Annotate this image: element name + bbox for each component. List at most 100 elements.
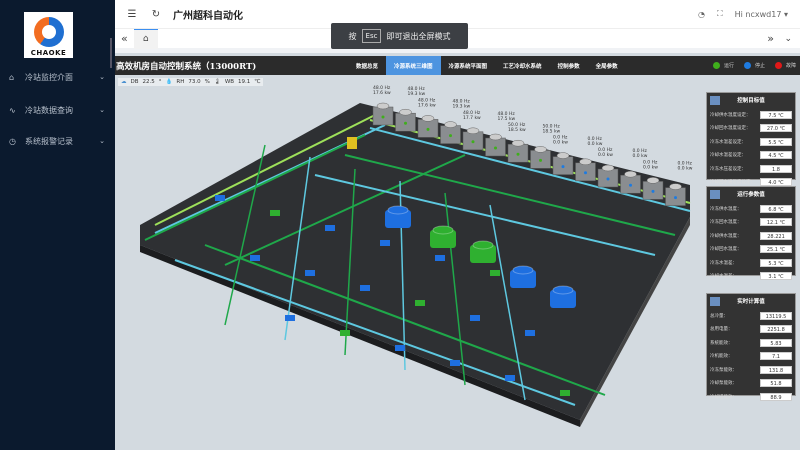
pump[interactable] (380, 240, 390, 246)
param-label: 冷冻供水温度： (710, 206, 760, 212)
nav-control-params[interactable]: 控制参数 (550, 56, 588, 75)
chevron-down-icon: ⌄ (99, 73, 105, 81)
pump[interactable] (285, 315, 295, 321)
refresh-icon[interactable]: ↻ (149, 9, 163, 20)
tab-home[interactable]: ⌂ (134, 29, 158, 49)
clock-icon: ◷ (9, 137, 19, 146)
param-value: 4.5 ℃ (760, 151, 792, 159)
param-row: 冷却泵能效：51.8 (710, 378, 792, 390)
sidebar-scrollbar[interactable] (110, 38, 112, 68)
pump[interactable] (395, 345, 405, 351)
user-name: Hi ncxwd17 (735, 10, 782, 19)
pump[interactable] (525, 330, 535, 336)
panel-icon (710, 190, 720, 199)
status-legend: 运行 停止 故障 (713, 56, 796, 75)
chiller[interactable] (510, 266, 536, 288)
pump[interactable] (215, 195, 225, 201)
param-row: 冷冻水温差：5.3 ℃ (710, 257, 792, 269)
param-value: 27.0 ℃ (760, 124, 792, 132)
pump[interactable] (560, 390, 570, 396)
param-label: 总用电量： (710, 326, 760, 332)
nav-overview[interactable]: 数据总览 (348, 56, 386, 75)
chaoke-logo: CHAOKE (24, 12, 73, 58)
param-value: 6.8 ℃ (760, 205, 792, 213)
pump[interactable] (415, 300, 425, 306)
pump[interactable] (360, 285, 370, 291)
param-row: 冷机能效：7.1 (710, 351, 792, 363)
param-row: 冷却水温差：3.1 ℃ (710, 271, 792, 283)
tower-power: 18.5 kw (543, 128, 561, 134)
chiller[interactable] (470, 241, 496, 263)
tabs-dropdown-icon[interactable]: ⌄ (784, 34, 792, 44)
param-row: 冷冻回水温度：12.1 ℃ (710, 217, 792, 229)
nav-global-params[interactable]: 全局参数 (588, 56, 626, 75)
sidebar-item-alarms[interactable]: ◷ 系统报警记录 ⌄ (0, 131, 115, 151)
home-icon: ⌂ (143, 34, 149, 44)
panel-realtime-calc: 实时计算值总冷量：13119.5 kw/h总用电量：2251.8 kw/h系统能… (706, 293, 796, 396)
logo-mark-icon (34, 17, 64, 47)
pump[interactable] (450, 360, 460, 366)
pump[interactable] (250, 255, 260, 261)
sidebar: CHAOKE ⌂冷站监控介面⌄ ∿冷站数据查询⌄ ◷系统报警记录⌄ (0, 0, 115, 450)
param-value: 5.3 ℃ (760, 259, 792, 267)
tower-power: 17.7 kw (463, 115, 481, 121)
cooling-tower[interactable]: 48.0 Hz17.6 kw (418, 97, 438, 137)
param-label: 冷冻水温差： (710, 260, 760, 266)
tower-power: 17.5 kw (498, 116, 516, 122)
param-value: 7.1 (760, 352, 792, 360)
nav-3d[interactable]: 冷源系统三维图 (386, 56, 441, 75)
pump[interactable] (435, 255, 445, 261)
sidebar-item-label: 冷站监控介面 (25, 72, 73, 83)
water-tank (347, 137, 357, 149)
param-value: 88.9 (760, 393, 792, 401)
chevron-down-icon: ⌄ (99, 106, 105, 114)
tower-power: 19.3 kw (408, 91, 426, 97)
chiller[interactable] (430, 226, 456, 248)
param-label: 冷却塔能效： (710, 394, 760, 400)
app-title: 广州超科自动化 (173, 7, 243, 22)
pump[interactable] (305, 270, 315, 276)
panel-title: 控制目标值 (710, 95, 792, 107)
pump[interactable] (340, 330, 350, 336)
pump[interactable] (470, 315, 480, 321)
pump[interactable] (505, 375, 515, 381)
nav-process-cooling[interactable]: 工艺冷却水系统 (495, 56, 550, 75)
chiller[interactable] (550, 286, 576, 308)
nav-plan[interactable]: 冷源系统平面图 (441, 56, 496, 75)
menu-toggle-icon[interactable]: ☰ (125, 9, 139, 20)
tower-power: 17.6 kw (418, 102, 436, 108)
sidebar-item-query[interactable]: ∿冷站数据查询⌄ (0, 100, 115, 120)
tabs-scroll-left-icon[interactable]: « (121, 32, 128, 45)
fullscreen-toast: 按 Esc 即可退出全屏模式 (331, 23, 468, 49)
sidebar-item-label: 系统报警记录 (25, 136, 73, 147)
cooling-tower[interactable]: 48.0 Hz17.6 kw (373, 85, 393, 125)
param-value: 5.83 (760, 339, 792, 347)
param-row: 冷冻供水温度：6.8 ℃ (710, 203, 792, 215)
panel-running-params: 运行参数值冷冻供水温度：6.8 ℃冷冻回水温度：12.1 ℃冷却供水温度：28.… (706, 186, 796, 276)
panel-icon (710, 96, 720, 105)
sidebar-item-monitor[interactable]: ⌂冷站监控介面⌄ (0, 67, 115, 87)
pump[interactable] (270, 210, 280, 216)
user-menu[interactable]: Hi ncxwd17 ▾ (735, 10, 788, 19)
logo-text: CHAOKE (31, 49, 67, 57)
param-label: 系统能效： (710, 340, 760, 346)
param-label: 冷冻水温差设定： (710, 139, 760, 145)
tower-power: 0.0 kw (553, 140, 568, 146)
sidebar-item-label: 冷站数据查询 (25, 105, 73, 116)
pump[interactable] (490, 270, 500, 276)
param-label: 冷却回水温度设定： (710, 125, 760, 131)
param-label: 冷却供水温度设定： (710, 112, 760, 118)
tabs-scroll-right-icon[interactable]: » (767, 32, 774, 45)
param-row: 冷冻水温差设定：5.5 ℃ (710, 136, 792, 148)
fullscreen-icon[interactable]: ⛶ (717, 9, 723, 19)
scada-view: 高效机房自动控制系统（13000RT) 数据总览 冷源系统三维图 冷源系统平面图… (115, 53, 800, 450)
legend-running: 运行 (713, 62, 734, 69)
chiller[interactable] (385, 206, 411, 228)
pump[interactable] (325, 225, 335, 231)
param-value: 131.8 (760, 366, 792, 374)
chevron-down-icon: ⌄ (99, 137, 105, 145)
tower-power: 0.0 kw (588, 141, 603, 147)
theme-icon[interactable]: ◔ (698, 10, 705, 19)
toast-prefix: 按 (349, 31, 357, 42)
toast-message: 即可退出全屏模式 (386, 31, 450, 42)
